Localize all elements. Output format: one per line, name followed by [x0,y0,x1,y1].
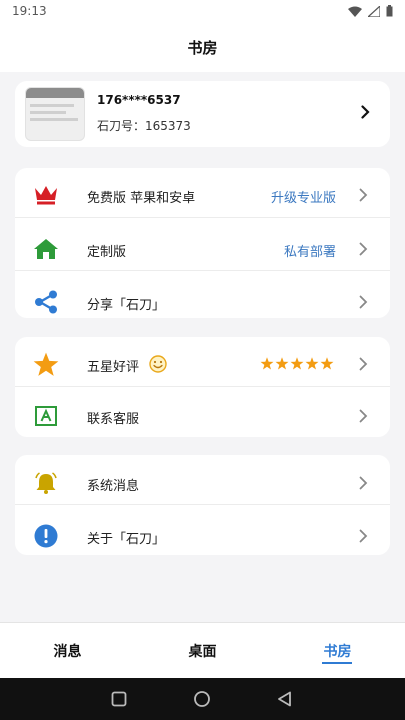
tab-messages[interactable]: 消息 [0,623,135,679]
row-five-star-review[interactable]: 五星好评 [15,339,390,389]
share-icon [33,290,59,314]
wifi-icon [348,6,362,17]
chevron-right-icon [359,357,368,371]
rating-star [290,357,304,370]
chevron-right-icon [359,295,368,309]
row-custom-edition[interactable]: 定制版 私有部署 [15,224,390,274]
features-card: 免费版 苹果和安卓 升级专业版 定制版 私有部署 分享「石刀」 [15,168,390,318]
recent-apps-icon[interactable] [110,690,128,708]
cell-signal-icon [368,5,380,17]
row-label: 五星好评 [87,360,140,375]
rating-star [260,357,274,370]
status-icons [348,5,393,17]
row-label: 联系客服 [87,412,140,427]
row-about[interactable]: 关于「石刀」 [15,511,390,555]
page-title: 书房 [187,38,218,57]
rating-star [320,357,334,370]
status-bar: 19:13 [0,0,405,22]
bell-icon [33,471,59,495]
row-free-edition[interactable]: 免费版 苹果和安卓 升级专业版 [15,170,390,220]
upgrade-pro-link[interactable]: 升级专业版 [271,187,336,206]
app-header: 书房 [0,22,405,72]
avatar [25,87,85,141]
row-label: 定制版 [87,245,127,260]
chevron-right-icon [359,529,368,543]
status-time: 19:13 [12,4,47,18]
tab-desktop[interactable]: 桌面 [135,623,270,679]
row-share[interactable]: 分享「石刀」 [15,277,390,318]
rating-stars [260,357,334,370]
info-icon [33,524,59,548]
back-icon[interactable] [276,690,294,708]
row-customer-service[interactable]: 联系客服 [15,391,390,437]
reviews-card: 五星好评 联系客服 [15,337,390,437]
customer-service-icon [33,404,59,428]
rating-star [305,357,319,370]
crown-icon [33,183,59,207]
star-icon [33,352,59,376]
system-card: 系统消息 关于「石刀」 [15,455,390,555]
chevron-right-icon [359,242,368,256]
private-deploy-link[interactable]: 私有部署 [284,241,336,260]
chevron-right-icon [359,188,368,202]
row-label: 系统消息 [87,479,140,494]
system-nav-bar [0,678,405,720]
rating-star [275,357,289,370]
chevron-right-icon [361,105,370,119]
row-label: 分享「石刀」 [87,298,166,313]
home-button-icon[interactable] [193,690,211,708]
row-label: 关于「石刀」 [87,532,166,547]
smiley-icon [149,355,167,373]
profile-card[interactable]: 176****6537 石刀号：165373 [15,81,390,147]
chevron-right-icon [359,476,368,490]
battery-icon [386,5,393,17]
home-icon [33,237,59,261]
row-label: 免费版 苹果和安卓 [87,191,196,206]
profile-account-id: 石刀号：165373 [97,119,191,133]
row-system-messages[interactable]: 系统消息 [15,458,390,508]
chevron-right-icon [359,409,368,423]
bottom-nav: 消息 桌面 书房 [0,622,405,678]
active-tab-indicator [322,662,352,664]
profile-phone: 176****6537 [97,93,181,107]
tab-study[interactable]: 书房 [270,623,405,679]
